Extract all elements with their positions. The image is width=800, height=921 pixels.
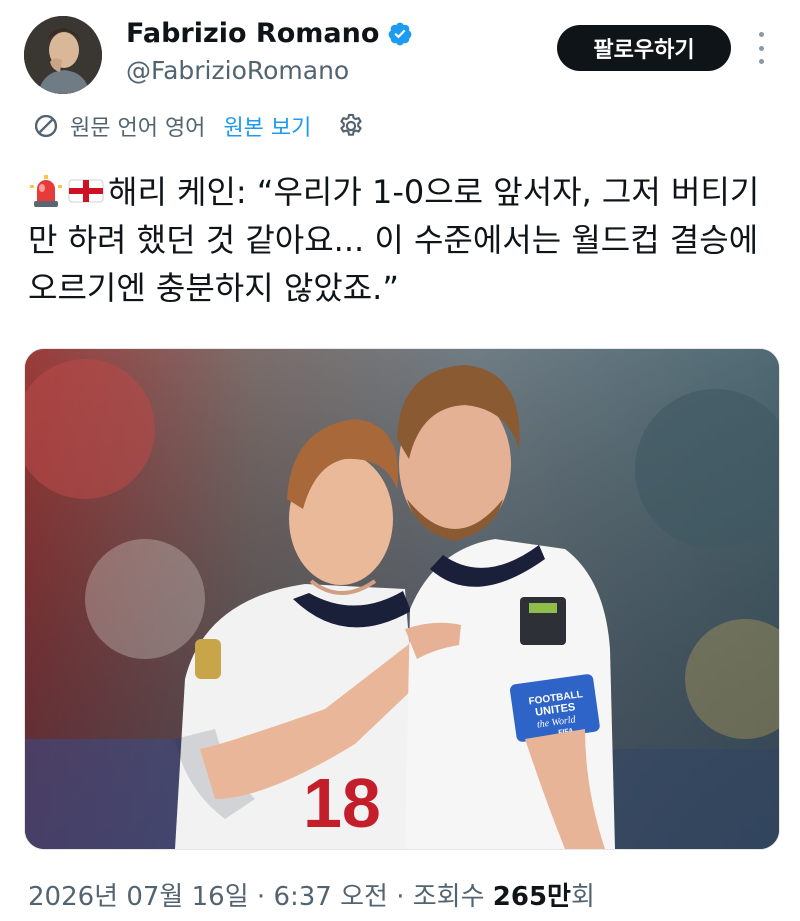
translation-bar: 원문 언어 영어 원본 보기: [32, 108, 365, 144]
tweet-text: 해리 케인: “우리가 1-0으로 앞서자, 그저 버티기만 하려 했던 것 같…: [28, 168, 768, 312]
verified-badge-icon: [388, 22, 412, 45]
views-count: 265만: [492, 882, 571, 912]
show-original-link[interactable]: 원본 보기: [223, 110, 311, 142]
tweet-photo[interactable]: 18 FOOTBALL UNITES the World FIFA: [24, 348, 780, 850]
tweet-meta: 2026년 07월 16일 · 6:37 오전 · 조회수 265만회: [28, 876, 595, 913]
gear-icon[interactable]: [337, 112, 365, 140]
profile-photo: [24, 16, 102, 94]
translate-icon: [34, 114, 58, 138]
author-name-row[interactable]: Fabrizio Romano: [126, 18, 413, 49]
separator: ·: [248, 882, 274, 912]
views-suffix: 회: [570, 882, 595, 912]
players-photo: 18 FOOTBALL UNITES the World FIFA: [25, 349, 779, 849]
rotating-light-emoji: [30, 175, 62, 207]
tweet-time[interactable]: 6:37 오전: [273, 882, 388, 912]
england-flag-emoji: [68, 179, 104, 203]
views-label: 조회수: [412, 882, 485, 912]
tweet-date[interactable]: 2026년 07월 16일: [28, 882, 249, 912]
translation-info: 원문 언어 영어: [70, 116, 206, 141]
tweet-body-text: 해리 케인: “우리가 1-0으로 앞서자, 그저 버티기만 하려 했던 것 같…: [28, 173, 760, 307]
follow-button[interactable]: 팔로우하기: [557, 25, 731, 71]
separator: ·: [387, 882, 413, 912]
more-vertical-icon[interactable]: [752, 32, 770, 64]
author-display-name[interactable]: Fabrizio Romano: [126, 18, 379, 49]
author-handle[interactable]: @FabrizioRomano: [126, 56, 349, 85]
author-avatar[interactable]: [24, 16, 102, 94]
jersey-number: 18: [303, 764, 381, 842]
